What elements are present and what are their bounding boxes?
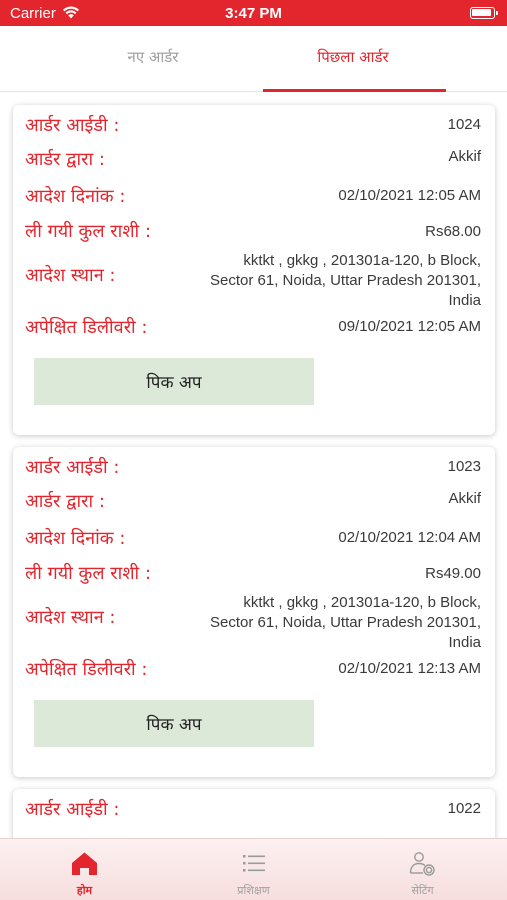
order-id-label: आर्डर आईडी : [25,115,120,136]
status-bar: Carrier 3:47 PM [0,0,507,26]
bottom-navigation: होम प्रशिक्षण सेटिंग [0,838,507,900]
expected-delivery-label: अपेक्षित डिलीवरी : [25,659,148,680]
nav-settings-label: सेटिंग [411,884,434,897]
ordered-by-value: Akkif [448,490,481,507]
nav-training[interactable]: प्रशिक्षण [169,839,338,900]
battery-icon [470,7,498,19]
expected-delivery-value: 02/10/2021 12:13 AM [338,660,481,677]
address-line: India [448,634,481,651]
nav-home[interactable]: होम [0,839,169,900]
location-label: आदेश स्थान : [25,607,116,628]
address-line: Sector 61, Noida, Uttar Pradesh 201301, [210,614,481,631]
amount-label: ली गयी कुल राशी : [25,221,152,242]
order-card: आर्डर आईडी : 1022 [13,789,495,838]
order-date-value: 02/10/2021 12:05 AM [338,187,481,204]
clock: 3:47 PM [225,5,282,22]
order-card: आर्डर आईडी : 1024 आर्डर द्वारा : Akkif आ… [13,105,495,435]
active-tab-indicator [263,89,446,92]
address-line: Sector 61, Noida, Uttar Pradesh 201301, [210,272,481,289]
pickup-button[interactable]: पिक अप [34,358,314,405]
order-id-value: 1024 [447,116,481,133]
tab-previous-orders[interactable]: पिछला आर्डर [263,26,446,92]
amount-value: Rs68.00 [425,223,481,240]
pickup-button[interactable]: पिक अप [34,700,314,747]
order-id-label: आर्डर आईडी : [25,799,120,820]
tab-previous-orders-label: पिछला आर्डर [317,48,389,66]
order-card: आर्डर आईडी : 1023 आर्डर द्वारा : Akkif आ… [13,447,495,777]
tab-new-orders-label: नए आर्डर [127,48,179,66]
order-tabs: नए आर्डर पिछला आर्डर [0,26,507,92]
expected-delivery-value: 09/10/2021 12:05 AM [338,318,481,335]
order-date-value: 02/10/2021 12:04 AM [338,529,481,546]
address-line: kktkt , gkkg , 201301a-120, b Block, [243,594,481,611]
order-date-label: आदेश दिनांक : [25,528,126,549]
ordered-by-label: आर्डर द्वारा : [25,149,105,170]
order-date-label: आदेश दिनांक : [25,186,126,207]
nav-training-label: प्रशिक्षण [237,884,270,897]
tab-new-orders[interactable]: नए आर्डर [63,26,243,92]
address-line: kktkt , gkkg , 201301a-120, b Block, [243,252,481,269]
nav-settings[interactable]: सेटिंग [338,839,507,900]
expected-delivery-label: अपेक्षित डिलीवरी : [25,317,148,338]
location-value: kktkt , gkkg , 201301a-120, b Block, Sec… [210,251,481,311]
home-icon [0,851,169,877]
orders-list[interactable]: आर्डर आईडी : 1024 आर्डर द्वारा : Akkif आ… [0,93,507,838]
location-label: आदेश स्थान : [25,265,116,286]
location-value: kktkt , gkkg , 201301a-120, b Block, Sec… [210,593,481,653]
amount-label: ली गयी कुल राशी : [25,563,152,584]
list-icon [169,851,338,877]
ordered-by-label: आर्डर द्वारा : [25,491,105,512]
user-settings-icon [338,851,507,877]
nav-home-label: होम [76,884,93,897]
order-id-value: 1023 [447,458,481,475]
ordered-by-value: Akkif [448,148,481,165]
amount-value: Rs49.00 [425,565,481,582]
address-line: India [448,292,481,309]
order-id-value: 1022 [447,800,481,817]
order-id-label: आर्डर आईडी : [25,457,120,478]
